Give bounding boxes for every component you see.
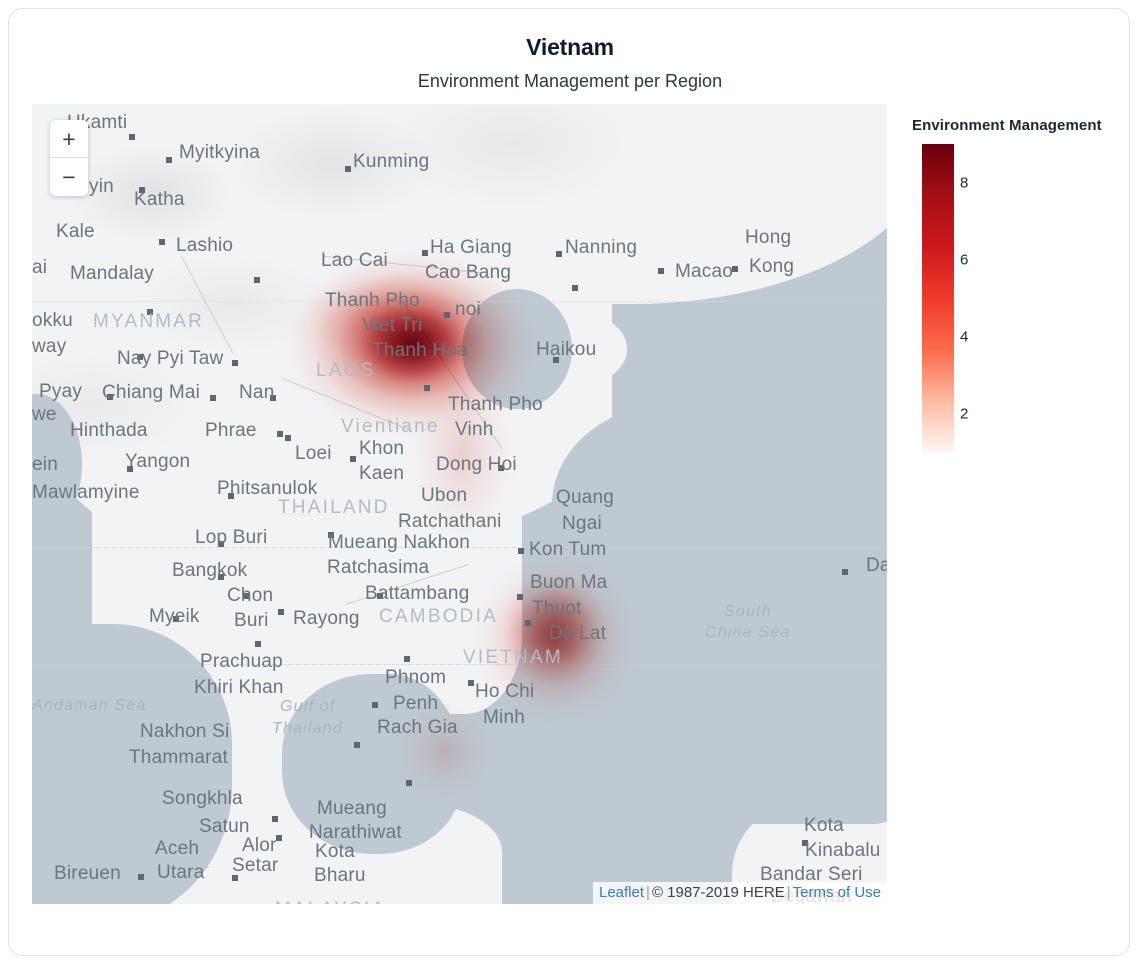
graticule-line — [32, 547, 887, 548]
legend: Environment Management 8 6 4 2 — [912, 112, 1122, 472]
colorbar-tick-label: 4 — [960, 328, 969, 345]
landmass-china — [332, 104, 887, 304]
attribution-separator-1: | — [646, 884, 650, 901]
colorbar-tick-label: 2 — [960, 405, 969, 422]
chart-card: Vietnam Environment Management per Regio… — [8, 8, 1130, 956]
page-subtitle: Environment Management per Region — [417, 71, 723, 91]
map-canvas: Hkamti Myitkyina Kunming yin Katha Kale Lashio… — [32, 104, 887, 904]
map-attribution: Leaflet | © 1987-2019 HERE | Terms of Use — [592, 882, 887, 904]
colorbar-tick-label: 8 — [960, 174, 969, 191]
chart-header: Vietnam Environment Management per Regio… — [9, 9, 1129, 104]
water-gulf-of-thailand — [282, 674, 462, 854]
legend-title: Environment Management — [912, 117, 1102, 134]
colorbar-gradient — [922, 144, 954, 452]
terms-of-use-link[interactable]: Terms of Use — [793, 884, 881, 901]
leaflet-map[interactable]: Hkamti Myitkyina Kunming yin Katha Kale Lashio… — [32, 104, 887, 904]
attribution-separator-2: | — [786, 884, 791, 901]
graticule-line-3 — [32, 301, 887, 302]
colorbar-tick-label: 6 — [960, 251, 969, 268]
water-andaman-sea — [32, 624, 232, 904]
colorbar: 8 6 4 2 — [922, 144, 968, 452]
zoom-out-button[interactable]: − — [50, 158, 88, 196]
zoom-control[interactable]: + − — [50, 120, 88, 196]
landmass-vietnam-coast — [362, 354, 522, 714]
graticule-line-2 — [32, 664, 887, 665]
app-root: Vietnam Environment Management per Regio… — [0, 0, 1138, 970]
water-gulf-of-tonkin — [462, 289, 572, 409]
leaflet-link[interactable]: Leaflet — [599, 884, 644, 901]
zoom-in-button[interactable]: + — [50, 120, 88, 158]
attribution-copyright: © 1987-2019 HERE — [651, 884, 785, 901]
page-title: Vietnam — [526, 34, 614, 60]
water-south-china-sea — [552, 404, 887, 824]
